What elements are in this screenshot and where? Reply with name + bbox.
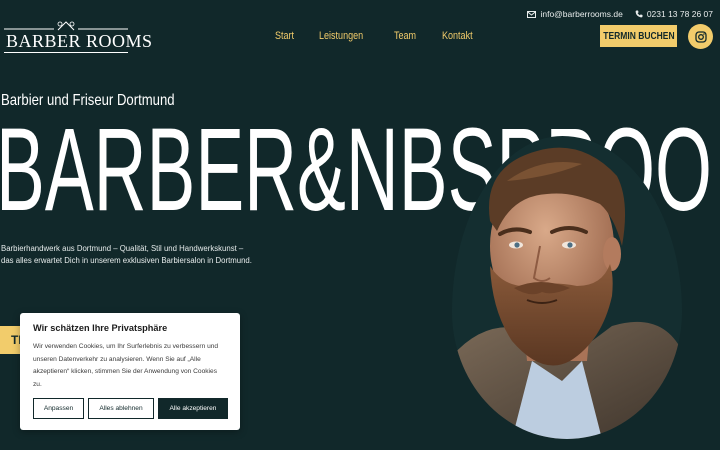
cookie-reject-button[interactable]: Alles ablehnen (88, 398, 154, 419)
cookie-accept-button[interactable]: Alle akzeptieren (158, 398, 228, 419)
top-contact-bar: info@barberrooms.de 0231 13 78 26 07 (515, 9, 713, 19)
logo-text: BARBER ROOMS (6, 31, 153, 51)
phone-icon (635, 10, 643, 18)
nav-item-team[interactable]: Team (394, 30, 416, 42)
nav-item-start[interactable]: Start (275, 30, 294, 42)
email-link[interactable]: info@barberrooms.de (527, 9, 623, 19)
email-text: info@barberrooms.de (540, 9, 623, 19)
cookie-title: Wir schätzen Ihre Privatsphäre (33, 323, 168, 333)
book-appointment-button[interactable]: TERMIN BUCHEN (600, 25, 677, 47)
nav-item-leistungen[interactable]: Leistungen (319, 30, 363, 42)
hero-subtitle: Barbier und Friseur Dortmund (1, 92, 175, 109)
envelope-icon (527, 10, 537, 18)
logo-underline (4, 52, 128, 53)
cookie-consent-dialog: Wir schätzen Ihre Privatsphäre Wir verwe… (20, 313, 240, 430)
instagram-icon (694, 30, 707, 43)
hero-description: Barbierhandwerk aus Dortmund – Qualität,… (1, 244, 252, 265)
phone-text: 0231 13 78 26 07 (646, 9, 713, 19)
instagram-button[interactable] (688, 24, 713, 49)
logo[interactable]: BARBER ROOMS (2, 20, 152, 54)
cookie-customize-button[interactable]: Anpassen (33, 398, 84, 419)
cookie-text: Wir verwenden Cookies, um Ihr Surferlebn… (33, 343, 219, 388)
main-nav: Start Leistungen Team Kontakt (275, 30, 500, 42)
cookie-buttons: Anpassen Alles ablehnen Alle akzeptieren (33, 398, 232, 419)
phone-link[interactable]: 0231 13 78 26 07 (635, 9, 713, 19)
book-appointment-label: TERMIN BUCHEN (602, 30, 675, 42)
nav-item-kontakt[interactable]: Kontakt (442, 30, 473, 42)
